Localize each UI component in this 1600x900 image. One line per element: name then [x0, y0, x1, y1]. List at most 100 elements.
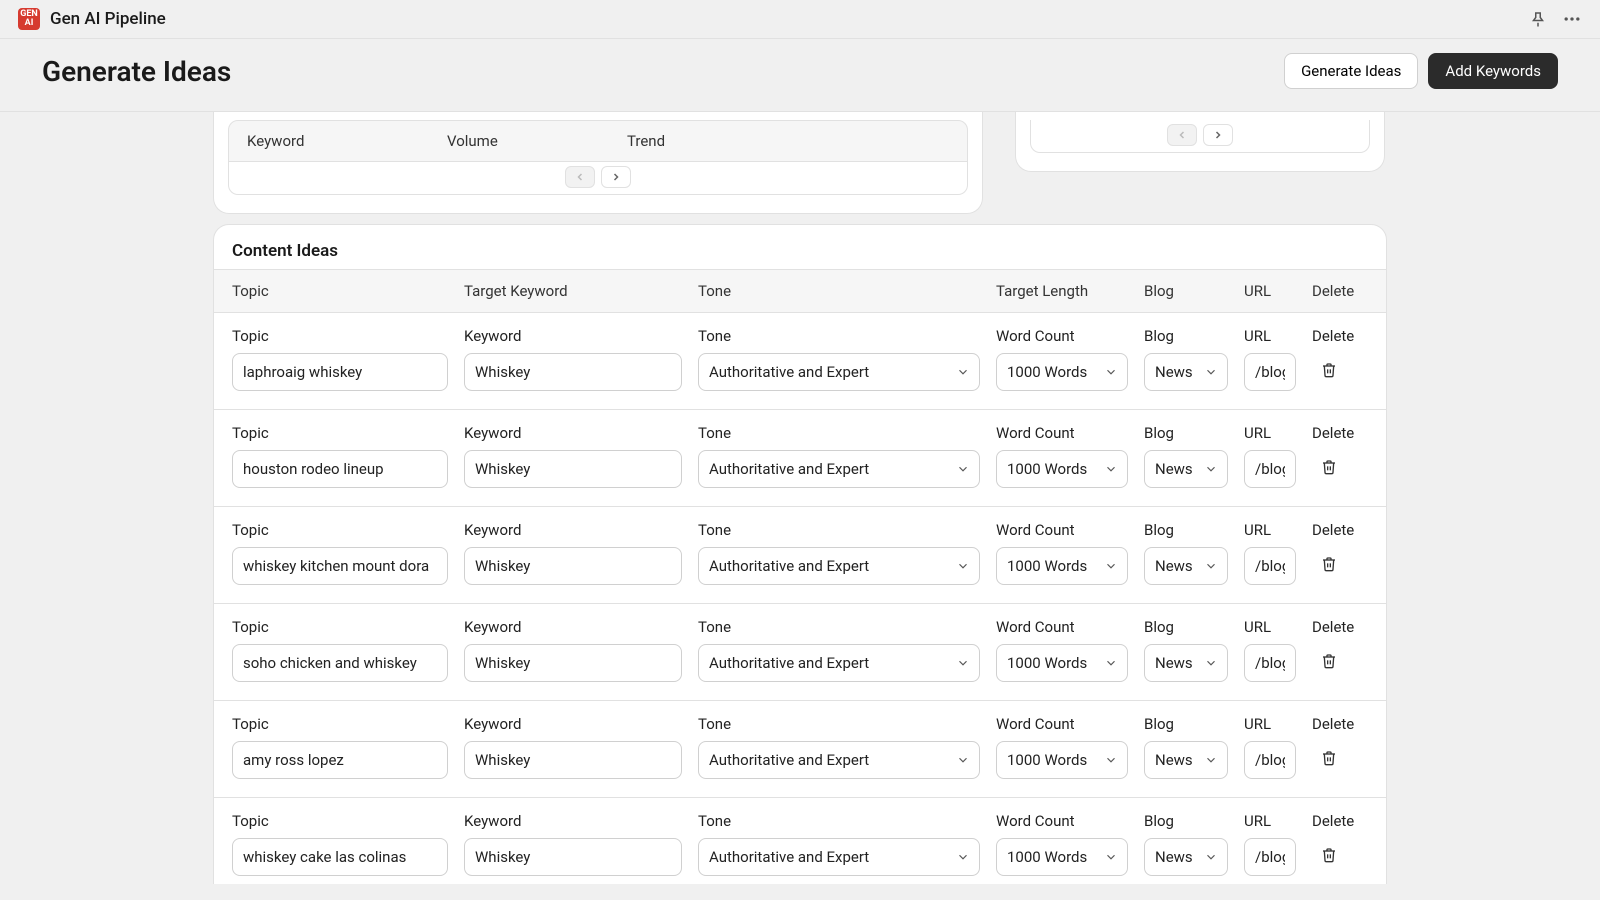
delete-label: Delete — [1312, 618, 1354, 636]
keywords-next-button[interactable] — [601, 166, 631, 188]
blog-select[interactable] — [1144, 838, 1228, 876]
word-count-select[interactable] — [996, 353, 1128, 391]
app-icon: GEN AI — [18, 8, 40, 30]
keyword-label: Keyword — [464, 424, 682, 442]
content-ideas-row: Topic Keyword Tone Word Count — [214, 798, 1386, 884]
word-count-select[interactable] — [996, 547, 1128, 585]
tone-label: Tone — [698, 812, 980, 830]
word-count-select[interactable] — [996, 450, 1128, 488]
topic-label: Topic — [232, 812, 448, 830]
keyword-label: Keyword — [464, 715, 682, 733]
keyword-input[interactable] — [464, 838, 682, 876]
content-ideas-header-row: Topic Target Keyword Tone Target Length … — [214, 270, 1386, 313]
blog-select[interactable] — [1144, 450, 1228, 488]
url-label: URL — [1244, 327, 1296, 345]
topic-label: Topic — [232, 424, 448, 442]
delete-label: Delete — [1312, 327, 1354, 345]
trash-icon — [1321, 847, 1337, 863]
content-ideas-card: Content Ideas Topic Target Keyword Tone … — [213, 224, 1387, 884]
blog-select[interactable] — [1144, 547, 1228, 585]
topic-input[interactable] — [232, 838, 448, 876]
url-input[interactable] — [1244, 838, 1296, 876]
pin-icon[interactable] — [1528, 9, 1548, 29]
url-input[interactable] — [1244, 353, 1296, 391]
keywords-col-volume: Volume — [447, 132, 587, 150]
trash-icon — [1321, 362, 1337, 378]
tone-label: Tone — [698, 424, 980, 442]
delete-button[interactable] — [1318, 747, 1340, 769]
keywords-pager — [228, 162, 968, 195]
delete-label: Delete — [1312, 521, 1354, 539]
topic-input[interactable] — [232, 450, 448, 488]
word-count-label: Word Count — [996, 327, 1128, 345]
url-input[interactable] — [1244, 547, 1296, 585]
keywords-prev-button[interactable] — [565, 166, 595, 188]
blog-label: Blog — [1144, 521, 1228, 539]
blog-label: Blog — [1144, 618, 1228, 636]
blog-label: Blog — [1144, 812, 1228, 830]
content-ideas-row: Topic Keyword Tone Word Count — [214, 701, 1386, 798]
page-title: Generate Ideas — [42, 55, 231, 88]
tone-select[interactable] — [698, 547, 980, 585]
url-input[interactable] — [1244, 741, 1296, 779]
delete-button[interactable] — [1318, 359, 1340, 381]
url-input[interactable] — [1244, 644, 1296, 682]
tone-select[interactable] — [698, 644, 980, 682]
keywords-table-header: Keyword Volume Trend — [228, 120, 968, 162]
topic-input[interactable] — [232, 644, 448, 682]
delete-label: Delete — [1312, 715, 1354, 733]
tone-label: Tone — [698, 715, 980, 733]
keyword-label: Keyword — [464, 521, 682, 539]
word-count-select[interactable] — [996, 644, 1128, 682]
keyword-input[interactable] — [464, 644, 682, 682]
more-icon[interactable] — [1562, 9, 1582, 29]
delete-button[interactable] — [1318, 844, 1340, 866]
tone-select[interactable] — [698, 353, 980, 391]
delete-button[interactable] — [1318, 553, 1340, 575]
word-count-label: Word Count — [996, 521, 1128, 539]
tone-select[interactable] — [698, 838, 980, 876]
keyword-input[interactable] — [464, 741, 682, 779]
keywords-col-trend: Trend — [627, 132, 949, 150]
url-label: URL — [1244, 715, 1296, 733]
keyword-label: Keyword — [464, 618, 682, 636]
blog-label: Blog — [1144, 424, 1228, 442]
keyword-input[interactable] — [464, 450, 682, 488]
trash-icon — [1321, 556, 1337, 572]
topic-input[interactable] — [232, 741, 448, 779]
keyword-input[interactable] — [464, 547, 682, 585]
trash-icon — [1321, 653, 1337, 669]
page-header: Generate Ideas Generate Ideas Add Keywor… — [0, 39, 1600, 112]
blog-select[interactable] — [1144, 353, 1228, 391]
url-input[interactable] — [1244, 450, 1296, 488]
delete-button[interactable] — [1318, 650, 1340, 672]
delete-button[interactable] — [1318, 456, 1340, 478]
blog-select[interactable] — [1144, 741, 1228, 779]
tone-select[interactable] — [698, 741, 980, 779]
topic-input[interactable] — [232, 353, 448, 391]
url-label: URL — [1244, 618, 1296, 636]
delete-label: Delete — [1312, 812, 1354, 830]
word-count-label: Word Count — [996, 424, 1128, 442]
word-count-select[interactable] — [996, 741, 1128, 779]
keyword-input[interactable] — [464, 353, 682, 391]
content-ideas-row: Topic Keyword Tone Word Count — [214, 604, 1386, 701]
generate-ideas-button[interactable]: Generate Ideas — [1284, 53, 1418, 89]
word-count-select[interactable] — [996, 838, 1128, 876]
side-next-button[interactable] — [1203, 124, 1233, 146]
content-ideas-row: Topic Keyword Tone Word Count — [214, 507, 1386, 604]
blog-select[interactable] — [1144, 644, 1228, 682]
app-title: Gen AI Pipeline — [50, 9, 166, 29]
tone-select[interactable] — [698, 450, 980, 488]
content-ideas-scroll[interactable]: Topic Target Keyword Tone Target Length … — [214, 269, 1386, 884]
side-prev-button[interactable] — [1167, 124, 1197, 146]
tone-label: Tone — [698, 618, 980, 636]
topic-input[interactable] — [232, 547, 448, 585]
add-keywords-button[interactable]: Add Keywords — [1428, 53, 1558, 89]
col-url: URL — [1244, 282, 1312, 300]
tone-label: Tone — [698, 327, 980, 345]
topic-label: Topic — [232, 618, 448, 636]
col-blog: Blog — [1144, 282, 1244, 300]
word-count-label: Word Count — [996, 618, 1128, 636]
content-ideas-row: Topic Keyword Tone Word Count — [214, 313, 1386, 410]
